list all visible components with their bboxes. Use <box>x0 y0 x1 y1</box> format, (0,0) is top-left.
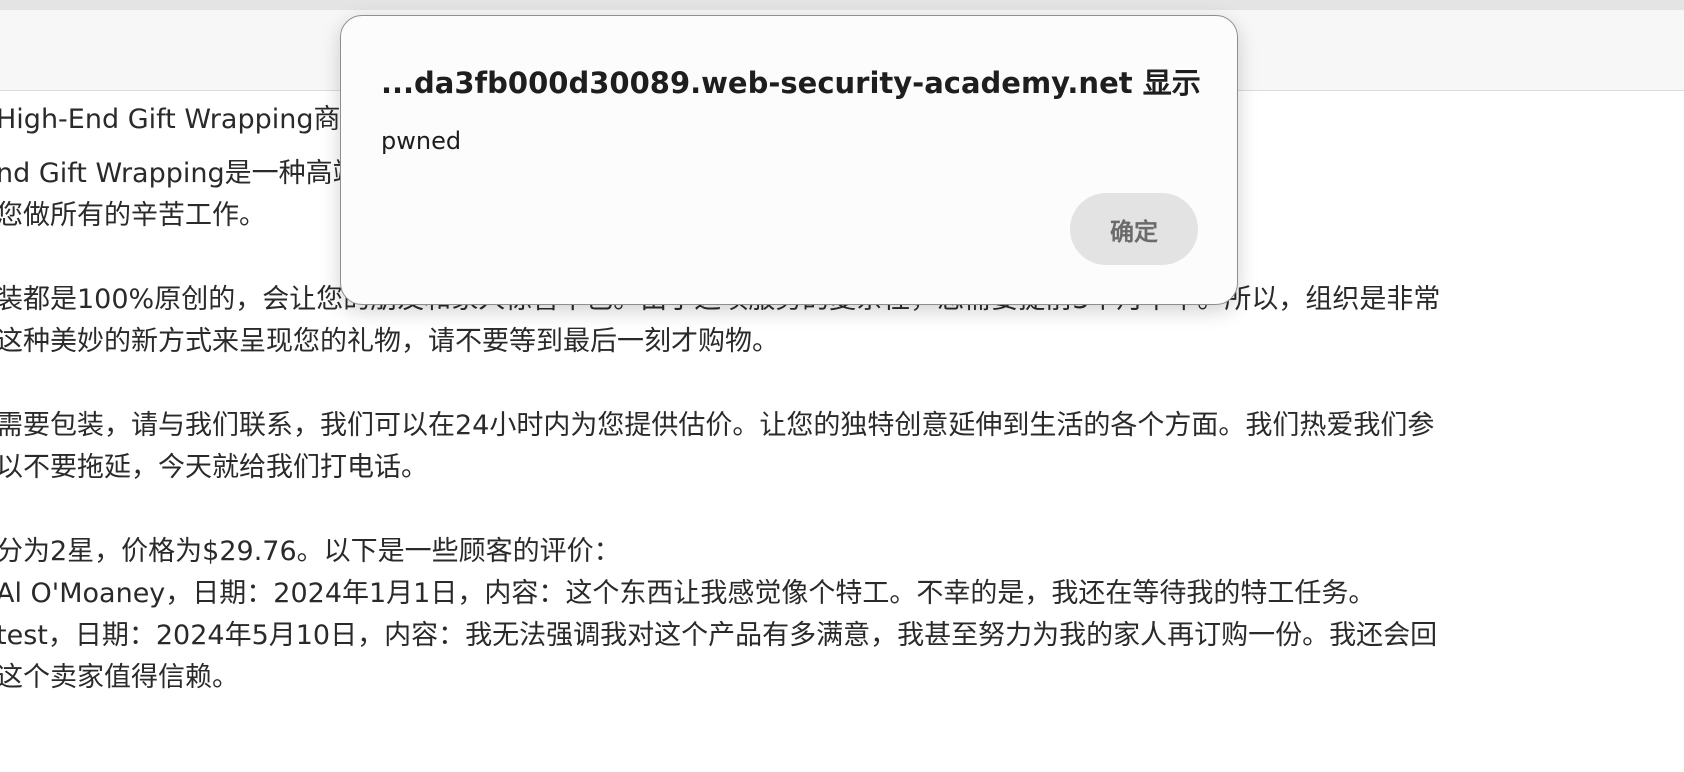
rating-price-line: 分为2星，价格为$29.76。以下是一些顾客的评价： <box>0 536 621 567</box>
review-line-3: 这个卖家值得信赖。 <box>0 662 239 693</box>
description-line-6: 以不要拖延，今天就给我们打电话。 <box>0 452 428 483</box>
description-line-5: 需要包装，请与我们联系，我们可以在24小时内为您提供估价。让您的独特创意延伸到生… <box>0 410 1435 441</box>
dialog-title: ...da3fb000d30089.web-security-academy.n… <box>381 66 1201 100</box>
review-line-2: test，日期：2024年5月10日，内容：我无法强调我对这个产品有多满意，我甚… <box>0 620 1438 651</box>
description-line-2: 您做所有的辛苦工作。 <box>0 200 266 231</box>
browser-top-strip <box>0 0 1684 10</box>
description-line-4: 这种美妙的新方式来呈现您的礼物，请不要等到最后一刻才购物。 <box>0 326 779 357</box>
ok-button[interactable]: 确定 <box>1070 193 1198 265</box>
review-line-1: Al O'Moaney，日期：2024年1月1日，内容：这个东西让我感觉像个特工… <box>0 578 1376 609</box>
dialog-message: pwned <box>381 127 462 155</box>
alert-dialog: ...da3fb000d30089.web-security-academy.n… <box>340 15 1238 305</box>
